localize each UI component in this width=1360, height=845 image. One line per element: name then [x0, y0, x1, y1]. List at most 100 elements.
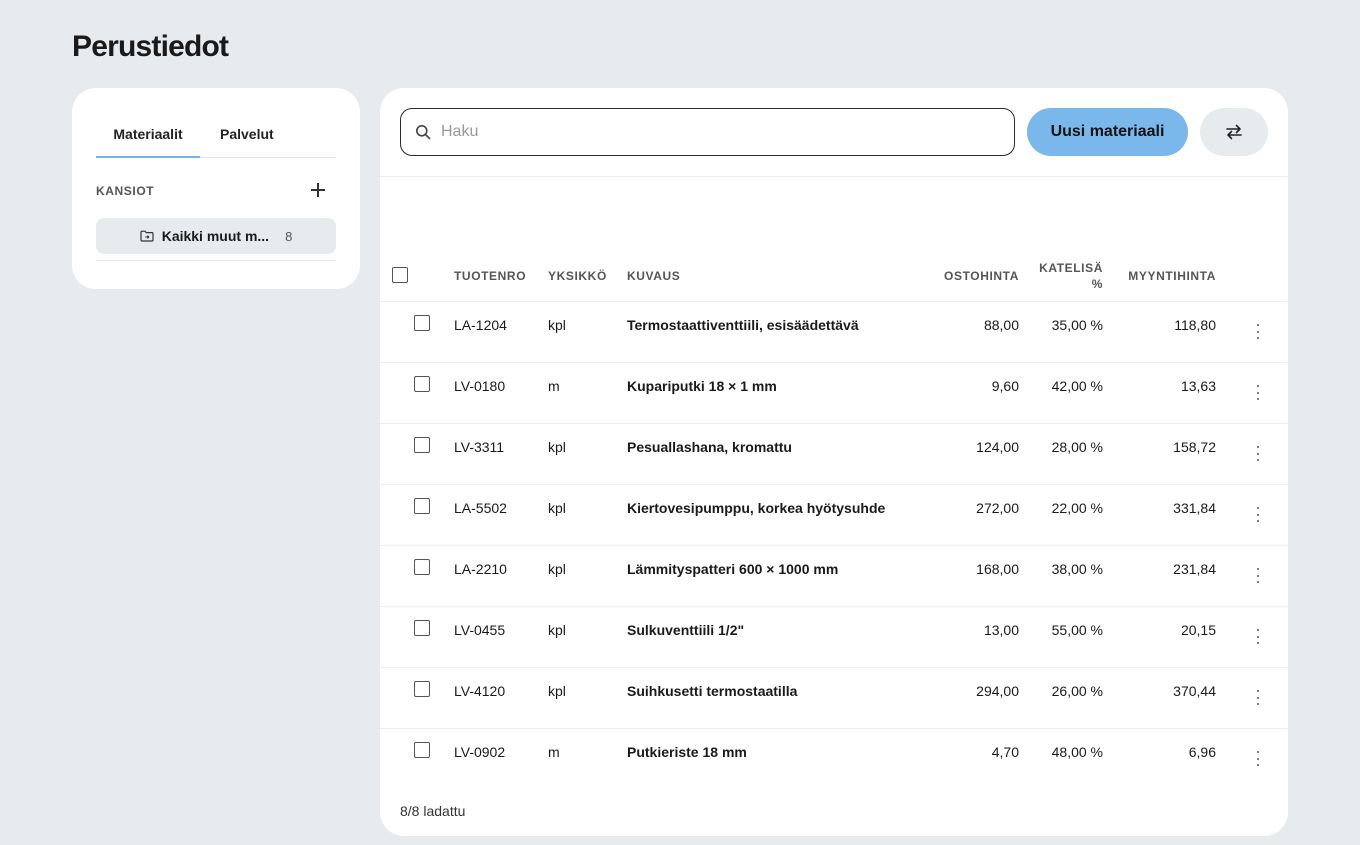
cell-ostohinta: 9,60: [991, 378, 1019, 394]
new-material-button[interactable]: Uusi materiaali: [1027, 108, 1188, 156]
folder-count: 8: [285, 228, 293, 244]
cell-kuvaus: Sulkuventtiili 1/2": [627, 622, 745, 638]
kebab-menu-icon[interactable]: [1252, 384, 1264, 402]
kebab-menu-icon[interactable]: [1252, 750, 1264, 768]
row-checkbox[interactable]: [414, 681, 430, 697]
row-checkbox[interactable]: [414, 742, 430, 758]
table-row[interactable]: LV-4120 kpl Suihkusetti termostaatilla 294,…: [380, 668, 1288, 729]
table-row[interactable]: LV-0180 m Kupariputki 18 × 1 mm 9,60 42,00 %…: [380, 363, 1288, 424]
cell-tuotenro: LA-2210: [454, 561, 507, 577]
cell-kuvaus: Suihkusetti termostaatilla: [627, 683, 798, 699]
col-myyntihinta[interactable]: MYYNTIHINTA: [1110, 269, 1216, 283]
cell-ostohinta: 124,00: [976, 439, 1019, 455]
tab-palvelut[interactable]: Palvelut: [220, 112, 276, 158]
folder-icon: [140, 230, 154, 242]
folders-label: KANSIOT: [96, 184, 155, 198]
cell-katelisa: 35,00 %: [1051, 317, 1103, 333]
cell-tuotenro: LV-3311: [454, 439, 505, 455]
row-checkbox[interactable]: [414, 437, 430, 453]
col-katelisa[interactable]: KATELISÄ: [1020, 261, 1103, 275]
cell-myyntihinta: 158,72: [1173, 439, 1216, 455]
cell-myyntihinta: 6,96: [1188, 744, 1216, 760]
table-header: TUOTENRO YKSIKKÖ KUVAUS OSTOHINTA KATELI…: [380, 248, 1288, 302]
row-checkbox[interactable]: [414, 376, 430, 392]
cell-kuvaus: Lämmityspatteri 600 × 1000 mm: [627, 561, 839, 577]
cell-katelisa: 55,00 %: [1051, 622, 1103, 638]
table-row[interactable]: LV-0902 m Putkieriste 18 mm 4,70 48,00 % 6,96: [380, 729, 1288, 790]
search-input[interactable]: [441, 109, 1001, 155]
folder-item[interactable]: Kaikki muut m... 8: [96, 218, 336, 254]
cell-yksikko: m: [548, 378, 560, 394]
cell-myyntihinta: 231,84: [1173, 561, 1216, 577]
search-icon: [416, 125, 431, 140]
cell-ostohinta: 88,00: [983, 317, 1019, 333]
cell-ostohinta: 168,00: [976, 561, 1019, 577]
table-row[interactable]: LA-2210 kpl Lämmityspatteri 600 × 1000 mm 1…: [380, 546, 1288, 607]
kebab-menu-icon[interactable]: [1252, 628, 1264, 646]
col-tuotenro[interactable]: TUOTENRO: [454, 269, 526, 283]
row-checkbox[interactable]: [414, 559, 430, 575]
cell-ostohinta: 272,00: [976, 500, 1019, 516]
plus-icon[interactable]: [308, 180, 328, 200]
cell-katelisa: 38,00 %: [1051, 561, 1103, 577]
row-checkbox[interactable]: [414, 620, 430, 636]
cell-myyntihinta: 13,63: [1180, 378, 1216, 394]
kebab-menu-icon[interactable]: [1252, 323, 1264, 341]
cell-tuotenro: LV-0455: [454, 622, 506, 638]
materials-panel: Uusi materiaali TUOTENRO YKSIKKÖ KUVAUS …: [380, 88, 1288, 836]
table-row[interactable]: LV-0455 kpl Sulkuventtiili 1/2" 13,00 55,00 …: [380, 607, 1288, 668]
select-all-checkbox[interactable]: [392, 267, 408, 283]
row-checkbox[interactable]: [414, 498, 430, 514]
table-row[interactable]: LV-3311 kpl Pesuallashana, kromattu 124,00 2…: [380, 424, 1288, 485]
cell-ostohinta: 4,70: [991, 744, 1019, 760]
cell-yksikko: kpl: [548, 317, 566, 333]
cell-katelisa: 48,00 %: [1051, 744, 1103, 760]
cell-katelisa: 42,00 %: [1051, 378, 1103, 394]
row-checkbox[interactable]: [414, 315, 430, 331]
cell-yksikko: kpl: [548, 561, 566, 577]
search-box[interactable]: [400, 108, 1015, 156]
cell-ostohinta: 294,00: [976, 683, 1019, 699]
folders-header: KANSIOT: [96, 180, 336, 202]
cell-myyntihinta: 20,15: [1180, 622, 1216, 638]
swap-button[interactable]: [1200, 108, 1268, 156]
kebab-menu-icon[interactable]: [1252, 567, 1264, 585]
col-kuvaus[interactable]: KUVAUS: [627, 269, 680, 283]
cell-ostohinta: 13,00: [983, 622, 1019, 638]
table-row[interactable]: LA-5502 kpl Kiertovesipumppu, korkea hyöty…: [380, 485, 1288, 546]
folders-panel: Materiaalit Palvelut KANSIOT Kaikki muut…: [72, 88, 360, 289]
cell-myyntihinta: 370,44: [1173, 683, 1216, 699]
cell-katelisa: 22,00 %: [1051, 500, 1103, 516]
cell-katelisa: 26,00 %: [1051, 683, 1103, 699]
cell-tuotenro: LA-1204: [454, 317, 507, 333]
swap-arrows-icon: [1226, 124, 1242, 140]
divider: [96, 260, 336, 261]
cell-kuvaus: Pesuallashana, kromattu: [627, 439, 792, 455]
col-ostohinta[interactable]: OSTOHINTA: [920, 269, 1019, 283]
loaded-count: 8/8 ladattu: [400, 803, 466, 819]
cell-tuotenro: LV-0180: [454, 378, 506, 394]
cell-myyntihinta: 331,84: [1173, 500, 1216, 516]
tab-materiaalit[interactable]: Materiaalit: [96, 112, 200, 158]
cell-tuotenro: LV-0902: [454, 744, 506, 760]
toolbar: Uusi materiaali: [380, 88, 1288, 177]
table-row[interactable]: LA-1204 kpl Termostaattiventtiili, esisääd…: [380, 302, 1288, 363]
col-yksikko[interactable]: YKSIKKÖ: [548, 269, 607, 283]
cell-yksikko: m: [548, 744, 560, 760]
kebab-menu-icon[interactable]: [1252, 689, 1264, 707]
kebab-menu-icon[interactable]: [1252, 506, 1264, 524]
cell-kuvaus: Kiertovesipumppu, korkea hyötysuhde: [627, 500, 886, 516]
cell-yksikko: kpl: [548, 500, 566, 516]
cell-yksikko: kpl: [548, 683, 566, 699]
cell-kuvaus: Putkieriste 18 mm: [627, 744, 747, 760]
cell-myyntihinta: 118,80: [1174, 317, 1216, 333]
cell-yksikko: kpl: [548, 439, 566, 455]
col-katelisa-unit: %: [1091, 277, 1103, 291]
kebab-menu-icon[interactable]: [1252, 445, 1264, 463]
cell-kuvaus: Termostaattiventtiili, esisäädettävä: [627, 317, 859, 333]
folder-name: Kaikki muut m...: [161, 228, 270, 244]
cell-yksikko: kpl: [548, 622, 566, 638]
cell-katelisa: 28,00 %: [1051, 439, 1103, 455]
category-tabs: Materiaalit Palvelut: [96, 112, 336, 158]
cell-tuotenro: LV-4120: [454, 683, 506, 699]
